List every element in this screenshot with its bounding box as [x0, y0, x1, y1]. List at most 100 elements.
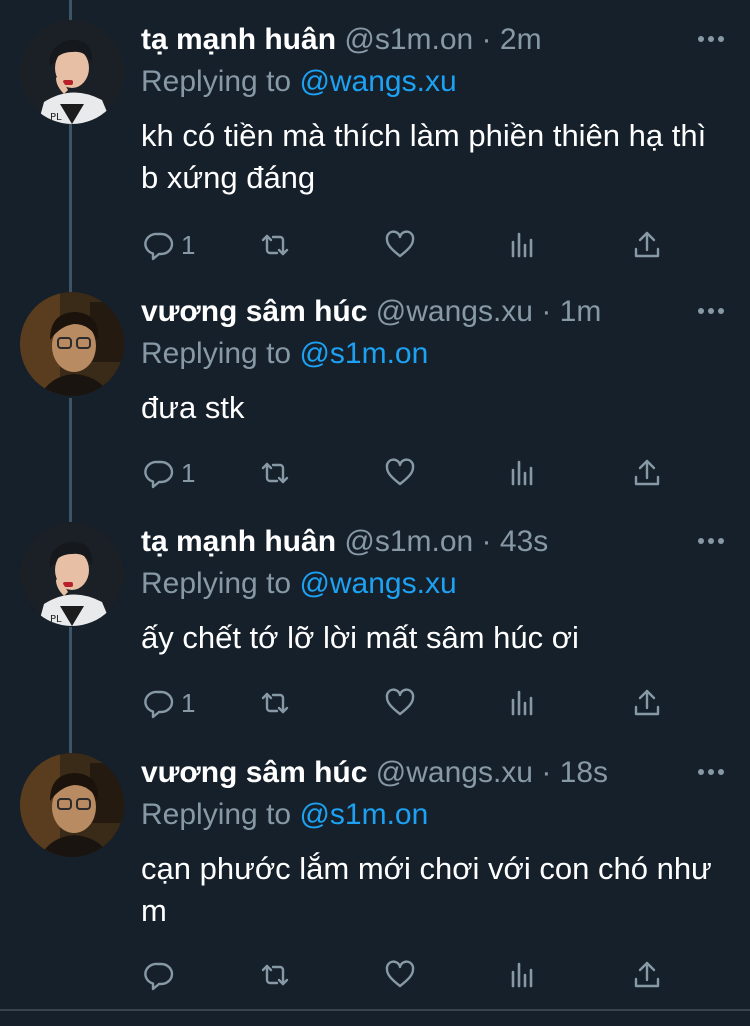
- mention-link[interactable]: @wangs.xu: [299, 65, 456, 98]
- tweet-text: ấy chết tớ lỡ lời mất sâm húc ơi: [141, 620, 579, 655]
- svg-text:PL: PL: [50, 614, 62, 625]
- mention-link[interactable]: @wangs.xu: [299, 567, 456, 600]
- replying-to: Replying to @wangs.xu: [141, 564, 457, 604]
- tweet[interactable]: PL tạ mạnh huân @s1m.on · 43s Replying t…: [0, 522, 750, 732]
- reply-button[interactable]: 1: [143, 453, 195, 493]
- more-icon[interactable]: [698, 34, 724, 44]
- display-name[interactable]: tạ mạnh huân: [141, 525, 336, 558]
- more-icon[interactable]: [698, 767, 724, 777]
- reply-icon: [144, 690, 174, 719]
- replying-to-label: Replying to: [141, 567, 292, 600]
- like-button[interactable]: [384, 955, 416, 995]
- separator: ·: [541, 295, 552, 328]
- retweet-icon: [261, 234, 289, 256]
- replying-to-label: Replying to: [141, 337, 292, 370]
- timestamp[interactable]: 1m: [560, 295, 602, 328]
- share-button[interactable]: [631, 955, 663, 995]
- like-icon: [385, 688, 415, 716]
- analytics-button[interactable]: [507, 955, 539, 995]
- reply-count: 1: [181, 229, 196, 260]
- replying-to: Replying to @wangs.xu: [141, 62, 457, 102]
- share-button[interactable]: [631, 683, 663, 723]
- avatar[interactable]: PL: [20, 522, 124, 626]
- retweet-icon: [261, 692, 289, 714]
- analytics-button[interactable]: [507, 683, 539, 723]
- tweet[interactable]: vương sâm húc @wangs.xu · 1m Replying to…: [0, 292, 750, 502]
- like-icon: [385, 230, 415, 258]
- separator: ·: [541, 756, 552, 789]
- avatar[interactable]: [20, 753, 124, 857]
- display-name[interactable]: vương sâm húc: [141, 756, 367, 789]
- like-button[interactable]: [384, 225, 416, 265]
- like-button[interactable]: [384, 683, 416, 723]
- tweet-actions: 1: [141, 453, 670, 493]
- user-handle[interactable]: @s1m.on: [344, 23, 473, 56]
- analytics-button[interactable]: [507, 453, 539, 493]
- retweet-button[interactable]: [259, 225, 291, 265]
- analytics-icon: [511, 460, 533, 486]
- replying-to: Replying to @s1m.on: [141, 795, 428, 835]
- replying-to: Replying to @s1m.on: [141, 334, 428, 374]
- avatar[interactable]: [20, 292, 124, 396]
- tweet-header: vương sâm húc @wangs.xu · 18s: [141, 753, 730, 793]
- tweet-actions: 1: [141, 683, 670, 723]
- tweet-header: tạ mạnh huân @s1m.on · 43s: [141, 522, 730, 562]
- reply-icon: [144, 232, 174, 261]
- like-button[interactable]: [384, 453, 416, 493]
- retweet-button[interactable]: [259, 955, 291, 995]
- replying-to-label: Replying to: [141, 65, 292, 98]
- reply-button[interactable]: 1: [143, 225, 195, 265]
- tweet-text: cạn phước lắm mới chơi với con chó như m: [141, 851, 712, 928]
- tweet[interactable]: vương sâm húc @wangs.xu · 18s Replying t…: [0, 753, 750, 1003]
- reply-button[interactable]: 1: [143, 683, 195, 723]
- thread-line: [69, 0, 72, 20]
- tweet-actions: 1: [141, 225, 670, 265]
- retweet-icon: [261, 964, 289, 986]
- avatar[interactable]: PL: [20, 20, 124, 124]
- reply-count: 1: [181, 457, 196, 488]
- share-icon: [634, 459, 660, 486]
- timestamp[interactable]: 18s: [560, 756, 608, 789]
- divider: [0, 1009, 750, 1011]
- share-button[interactable]: [631, 453, 663, 493]
- tweet-header: tạ mạnh huân @s1m.on · 2m: [141, 20, 730, 60]
- more-icon[interactable]: [698, 536, 724, 546]
- display-name[interactable]: vương sâm húc: [141, 295, 367, 328]
- separator: ·: [481, 525, 492, 558]
- tweet-actions: [141, 955, 670, 995]
- mention-link[interactable]: @s1m.on: [299, 337, 428, 370]
- tweet-header: vương sâm húc @wangs.xu · 1m: [141, 292, 730, 332]
- retweet-icon: [261, 462, 289, 484]
- like-icon: [385, 458, 415, 486]
- share-button[interactable]: [631, 225, 663, 265]
- user-handle[interactable]: @wangs.xu: [376, 756, 533, 789]
- display-name[interactable]: tạ mạnh huân: [141, 23, 336, 56]
- user-handle[interactable]: @s1m.on: [344, 525, 473, 558]
- analytics-icon: [511, 232, 533, 258]
- reply-count: 1: [181, 687, 196, 718]
- reply-icon: [144, 460, 174, 489]
- reply-icon: [144, 962, 174, 991]
- share-icon: [634, 961, 660, 988]
- separator: ·: [481, 23, 492, 56]
- mention-link[interactable]: @s1m.on: [299, 798, 428, 831]
- replying-to-label: Replying to: [141, 798, 292, 831]
- retweet-button[interactable]: [259, 453, 291, 493]
- share-icon: [634, 689, 660, 716]
- timestamp[interactable]: 2m: [500, 23, 542, 56]
- tweet-thread: PL tạ mạnh huân @s1m.on · 2m Replying to…: [0, 0, 750, 1026]
- tweet[interactable]: PL tạ mạnh huân @s1m.on · 2m Replying to…: [0, 20, 750, 270]
- reply-button[interactable]: [143, 955, 181, 995]
- analytics-icon: [511, 962, 533, 988]
- retweet-button[interactable]: [259, 683, 291, 723]
- svg-text:PL: PL: [50, 112, 62, 123]
- user-handle[interactable]: @wangs.xu: [376, 295, 533, 328]
- analytics-icon: [511, 690, 533, 716]
- tweet-text: đưa stk: [141, 390, 245, 425]
- share-icon: [634, 231, 660, 258]
- analytics-button[interactable]: [507, 225, 539, 265]
- timestamp[interactable]: 43s: [500, 525, 548, 558]
- like-icon: [385, 960, 415, 988]
- tweet-text: kh có tiền mà thích làm phiền thiên hạ t…: [141, 118, 707, 195]
- more-icon[interactable]: [698, 306, 724, 316]
